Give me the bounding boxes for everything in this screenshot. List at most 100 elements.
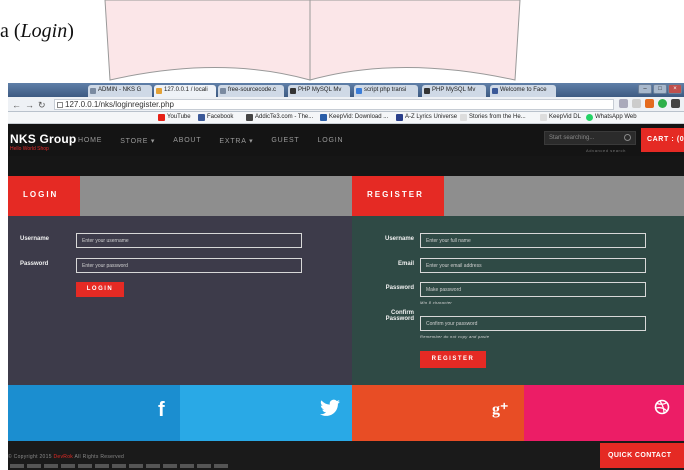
bookmark-addicte3[interactable]: AddicTe3.com - The... xyxy=(246,114,313,121)
taskbar-item[interactable] xyxy=(95,464,109,468)
menu-item-about[interactable]: ABOUT xyxy=(173,137,201,145)
site-logo-tagline: Hello World Shop xyxy=(10,146,49,152)
password-hint: Min 8 character xyxy=(420,300,453,305)
menu-item-store[interactable]: STORE ▾ xyxy=(120,137,155,145)
site-logo[interactable]: NKS Group xyxy=(10,132,76,146)
maximize-icon[interactable]: □ xyxy=(653,84,667,94)
bookmark-whatsapp[interactable]: WhatsApp Web xyxy=(586,114,637,121)
google-plus-icon: g⁺ xyxy=(492,401,509,418)
bookmark-icon xyxy=(540,114,547,121)
site-footer: © Copyright 2015 DevRok All Rights Reser… xyxy=(8,441,684,470)
minimize-icon[interactable]: – xyxy=(638,84,652,94)
login-button[interactable]: LOGIN xyxy=(76,282,124,297)
quick-contact-button[interactable]: QUICK CONTACT xyxy=(600,443,684,468)
register-email-input[interactable] xyxy=(420,258,646,273)
browser-tab[interactable]: PHP MySQL Mv xyxy=(422,85,486,97)
taskbar-item[interactable] xyxy=(214,464,228,468)
confirm-hint: Remember do not copy and paste xyxy=(420,334,490,339)
facebook-icon xyxy=(198,114,205,121)
document-caption: a (Login) xyxy=(0,20,74,42)
register-password-input[interactable] xyxy=(420,282,646,297)
menu-item-login[interactable]: LOGIN xyxy=(318,137,344,145)
twitter-link[interactable] xyxy=(180,385,352,441)
login-password-input[interactable] xyxy=(76,258,302,273)
bookmark-stories[interactable]: Stories from the He... xyxy=(460,114,526,121)
login-panel-header: LOGIN xyxy=(8,176,352,216)
bookmark-youtube[interactable]: YouTube xyxy=(158,114,191,121)
tab-favicon-icon xyxy=(424,88,430,94)
browser-tab[interactable]: Welcome to Face xyxy=(490,85,556,97)
bookmark-icon xyxy=(396,114,403,121)
dribbble-link[interactable] xyxy=(524,385,684,441)
bookmark-icon xyxy=(460,114,467,121)
browser-tab[interactable]: 127.0.0.1 / locali xyxy=(154,85,216,97)
close-icon[interactable]: × xyxy=(668,84,682,94)
taskbar-item[interactable] xyxy=(129,464,143,468)
bookmark-icon xyxy=(246,114,253,121)
address-bar: ← → ↻ 127.0.0.1/nks/loginregister.php xyxy=(8,97,684,112)
register-email-label: Email xyxy=(397,261,414,267)
taskbar-item[interactable] xyxy=(78,464,92,468)
bookmark-azlyrics[interactable]: A-Z Lyrics Universe xyxy=(396,114,457,121)
taskbar-item[interactable] xyxy=(197,464,211,468)
site-search-input[interactable]: Start searching... xyxy=(544,131,636,145)
register-confirm-input[interactable] xyxy=(420,316,646,331)
menu-item-extra[interactable]: EXTRA ▾ xyxy=(219,137,253,145)
bookmark-facebook[interactable]: Facebook xyxy=(198,114,233,121)
taskbar-strip xyxy=(10,464,228,468)
bookmark-icon xyxy=(320,114,327,121)
browser-tab[interactable]: script php transi xyxy=(354,85,418,97)
advanced-search-link[interactable]: Advanced search xyxy=(586,148,626,153)
cart-button[interactable]: CART : (0 xyxy=(641,128,684,152)
google-plus-link[interactable]: g⁺ xyxy=(352,385,524,441)
document-area: a (Login) xyxy=(0,0,684,85)
forward-icon[interactable]: → xyxy=(25,100,34,110)
tab-favicon-icon xyxy=(356,88,362,94)
star-icon[interactable] xyxy=(632,99,641,108)
twitter-icon xyxy=(180,399,352,422)
search-icon[interactable] xyxy=(624,134,631,141)
bookmarks-bar: YouTube Facebook AddicTe3.com - The... K… xyxy=(8,112,684,124)
extension-icon[interactable] xyxy=(658,99,667,108)
back-icon[interactable]: ← xyxy=(12,100,21,110)
login-username-input[interactable] xyxy=(76,233,302,248)
browser-tab[interactable]: PHP MySQL Mv xyxy=(288,85,350,97)
url-input[interactable]: 127.0.0.1/nks/loginregister.php xyxy=(54,99,614,110)
browser-tab[interactable]: free-sourcecode.c xyxy=(218,85,284,97)
taskbar-item[interactable] xyxy=(146,464,160,468)
browser-tab-bar: ADMIN - NKS G 127.0.0.1 / locali free-so… xyxy=(8,83,684,97)
menu-item-home[interactable]: HOME xyxy=(78,137,102,145)
taskbar-item[interactable] xyxy=(163,464,177,468)
tab-favicon-icon xyxy=(220,88,226,94)
taskbar-item[interactable] xyxy=(61,464,75,468)
extension-icon[interactable] xyxy=(645,99,654,108)
page-icon xyxy=(57,102,63,108)
register-panel: REGISTER Username Email Password Min 8 c… xyxy=(352,176,684,385)
login-password-label: Password xyxy=(20,261,49,267)
taskbar-item[interactable] xyxy=(44,464,58,468)
search-icon[interactable] xyxy=(619,99,628,108)
copyright-text: © Copyright 2015 DevRok All Rights Reser… xyxy=(8,454,125,460)
register-username-input[interactable] xyxy=(420,233,646,248)
site-header: NKS Group Hello World Shop HOME STORE ▾ … xyxy=(8,124,684,156)
taskbar-item[interactable] xyxy=(27,464,41,468)
taskbar-item[interactable] xyxy=(10,464,24,468)
menu-icon[interactable] xyxy=(671,99,680,108)
bookmark-keepvid-dl[interactable]: KeepVid DL xyxy=(540,114,581,121)
login-panel: LOGIN Username Password LOGIN xyxy=(8,176,352,385)
main-menu: HOME STORE ▾ ABOUT EXTRA ▾ GUEST LOGIN xyxy=(78,137,361,145)
login-title: LOGIN xyxy=(8,176,80,216)
browser-tab[interactable]: ADMIN - NKS G xyxy=(88,85,152,97)
taskbar-item[interactable] xyxy=(112,464,126,468)
dribbble-icon xyxy=(524,399,684,420)
reload-icon[interactable]: ↻ xyxy=(38,100,46,111)
facebook-link[interactable]: f xyxy=(8,385,180,441)
facebook-icon: f xyxy=(158,399,165,421)
youtube-icon xyxy=(158,114,165,121)
menu-item-guest[interactable]: GUEST xyxy=(271,137,299,145)
register-button[interactable]: REGISTER xyxy=(420,351,486,368)
login-username-label: Username xyxy=(20,236,50,242)
taskbar-item[interactable] xyxy=(180,464,194,468)
bookmark-keepvid[interactable]: KeepVid: Download ... xyxy=(320,114,388,121)
register-title: REGISTER xyxy=(352,176,444,216)
